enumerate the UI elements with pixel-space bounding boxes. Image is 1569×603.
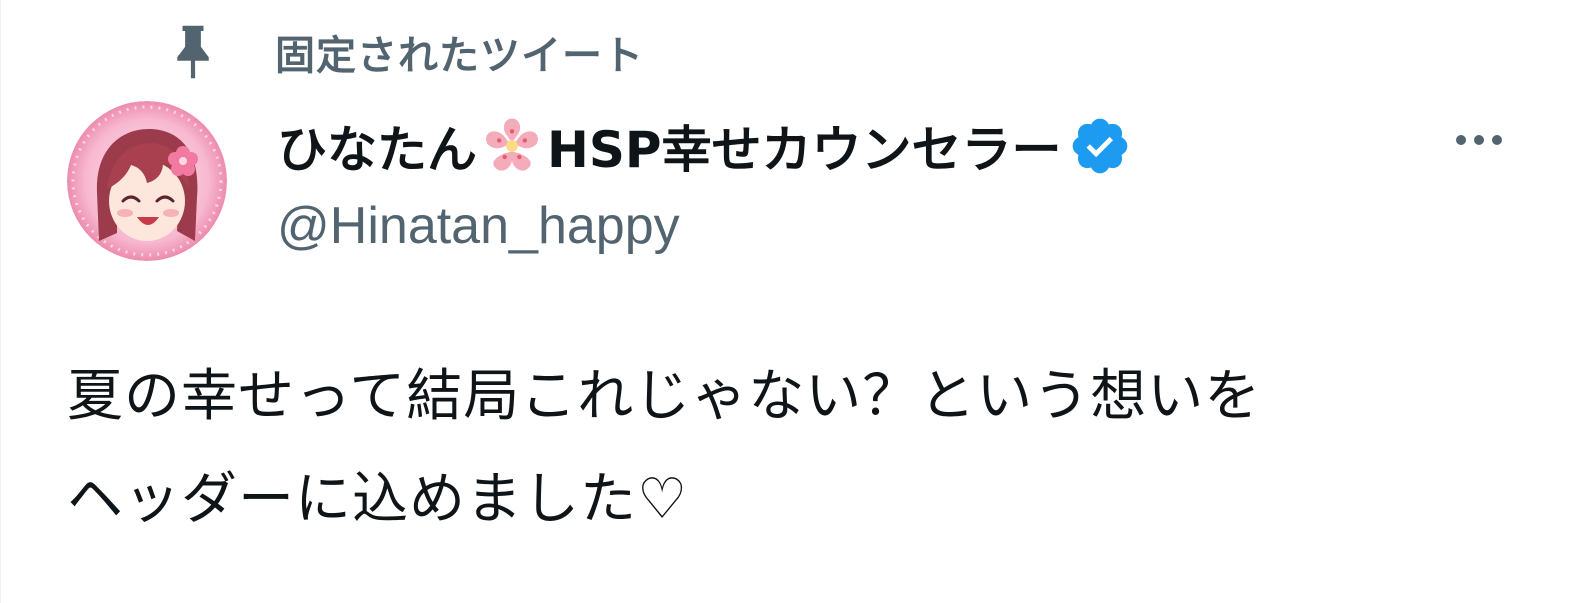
more-dot [1474, 135, 1484, 145]
more-dot [1456, 135, 1466, 145]
tweet-text-line: ヘッダーに込めました♡ [67, 467, 689, 532]
more-dot [1492, 135, 1502, 145]
pin-icon [169, 24, 217, 80]
tweet-text-line: 夏の幸せって結局これじゃない？という想いを [67, 364, 1262, 429]
verified-badge-icon[interactable] [1068, 114, 1132, 178]
cherry-blossom-icon [479, 113, 545, 179]
pinned-indicator: 固定されたツイート [169, 22, 644, 82]
tweet-text: 夏の幸せって結局これじゃない？という想いを ヘッダーに込めました♡ [67, 345, 1527, 551]
author-name-row[interactable]: ひなたん HSP幸せカウンセラー [277, 110, 1132, 182]
display-name-part2[interactable]: HSP幸せカウンセラー [547, 110, 1062, 182]
avatar[interactable] [67, 101, 227, 261]
display-name-part1[interactable]: ひなたん [277, 110, 477, 182]
pinned-label: 固定されたツイート [275, 33, 644, 79]
more-button[interactable] [1441, 112, 1517, 168]
tweet-card[interactable]: 固定されたツイート ひなたん HSP幸せカウンセラー @Hinatan_happ… [0, 0, 1569, 603]
author-handle[interactable]: @Hinatan_happy [277, 196, 680, 256]
